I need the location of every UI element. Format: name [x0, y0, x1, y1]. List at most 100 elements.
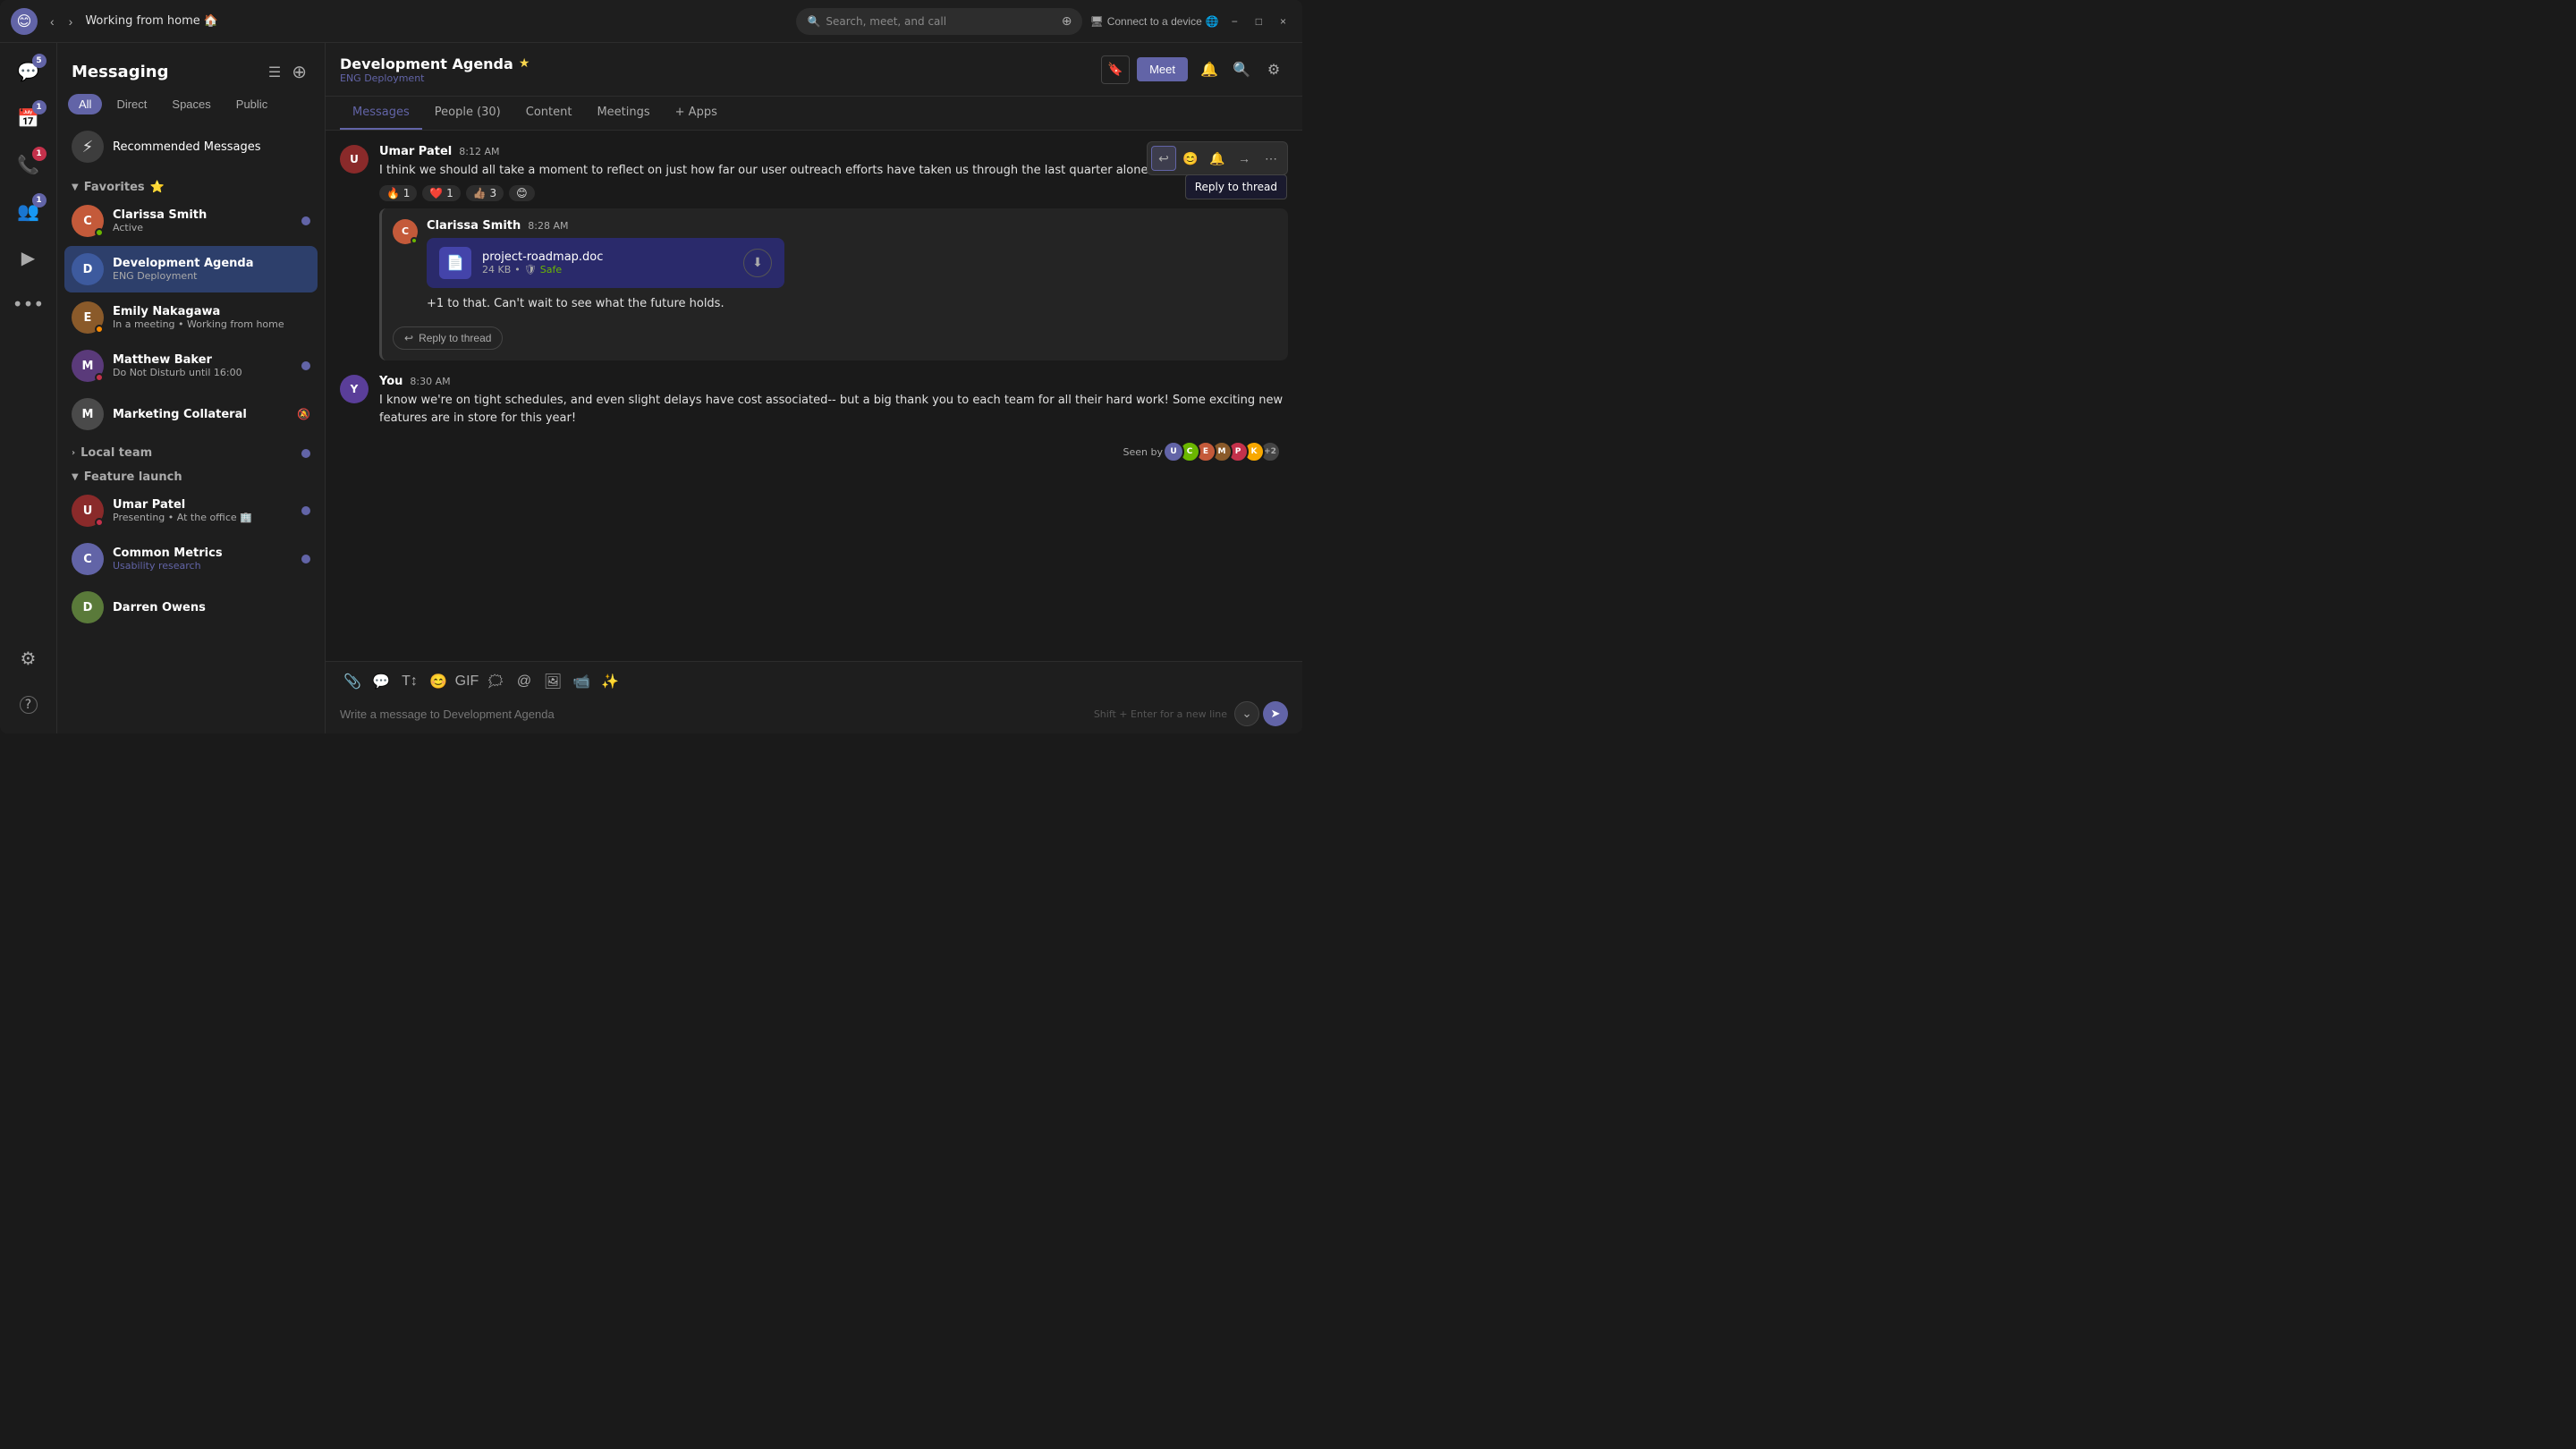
status-dot-umar [95, 518, 104, 527]
user-avatar[interactable]: 😊 [11, 8, 38, 35]
tab-content[interactable]: Content [513, 97, 585, 130]
attach-file-button[interactable]: 📎 [340, 669, 365, 694]
thread-time-clarissa: 8:28 AM [528, 220, 568, 232]
contact-item-emily[interactable]: E Emily Nakagawa In a meeting • Working … [64, 294, 318, 341]
star-icon: ⭐ [150, 181, 165, 194]
mention-button[interactable]: @ [512, 669, 537, 694]
reaction-fire[interactable]: 🔥 1 [379, 185, 417, 201]
rail-item-calls[interactable]: 📞 1 [7, 143, 50, 186]
unread-dot-localteam [301, 449, 310, 458]
search-messages-icon[interactable]: 🔍 [1227, 55, 1256, 84]
close-button[interactable]: × [1275, 13, 1292, 30]
favorites-section-header[interactable]: ▼ Favorites ⭐ [64, 174, 318, 198]
rail-item-calendar[interactable]: 📅 1 [7, 97, 50, 140]
filter-tab-direct[interactable]: Direct [106, 94, 157, 114]
chevron-right-icon: › [72, 448, 75, 458]
emoji-button[interactable]: 😊 [426, 669, 451, 694]
rail-item-apps[interactable]: ▶ [7, 236, 50, 279]
video-button[interactable]: 📹 [569, 669, 594, 694]
mute-icon: 🔕 [297, 408, 310, 420]
message-input[interactable] [340, 708, 1087, 721]
msg-reactions-umar: 🔥 1 ❤️ 1 👍🏽 3 😊 [379, 185, 1288, 201]
gif-button[interactable]: GIF [454, 669, 479, 694]
local-team-section-header[interactable]: › Local team [64, 439, 318, 463]
sticker-button[interactable]: 🗯 [483, 669, 508, 694]
contact-name-emily: Emily Nakagawa [113, 305, 310, 318]
filter-icon[interactable]: ☰ [265, 57, 284, 87]
settings-chat-icon[interactable]: ⚙ [1259, 55, 1288, 84]
recommended-label: Recommended Messages [113, 140, 261, 154]
rail-item-help[interactable]: ? [7, 683, 50, 726]
rail-item-contacts[interactable]: 👥 1 [7, 190, 50, 233]
shield-icon: 🛡 [524, 264, 537, 275]
feature-launch-section-header[interactable]: ▼ Feature launch [64, 463, 318, 487]
rail-item-messaging[interactable]: 💬 5 [7, 50, 50, 93]
notifications-icon[interactable]: 🔔 [1195, 55, 1224, 84]
status-dot-matthew [95, 373, 104, 382]
settings-icon: ⚙ [21, 648, 37, 669]
apps-icon: ▶ [21, 247, 35, 268]
maximize-button[interactable]: □ [1250, 13, 1267, 30]
new-chat-button[interactable]: ⊕ [288, 57, 310, 87]
contact-item-darren[interactable]: D Darren Owens [64, 584, 318, 631]
file-download-button[interactable]: ⬇ [743, 249, 772, 277]
tab-messages[interactable]: Messages [340, 97, 422, 130]
text-format-button[interactable]: T↕ [397, 669, 422, 694]
reply-to-thread-button[interactable]: ↩ Reply to thread [393, 326, 503, 350]
reply-icon: ↩ [404, 332, 413, 344]
forward-button-action[interactable]: → [1232, 146, 1257, 171]
search-bar[interactable]: 🔍 Search, meet, and call ⊕ [796, 8, 1082, 35]
rail-item-more[interactable]: ••• [7, 283, 50, 326]
seen-by-label: Seen by [1123, 446, 1163, 458]
contact-item-clarissa[interactable]: C Clarissa Smith Active [64, 198, 318, 244]
message-actions: ↩ 😊 🔔 → ⋯ Reply to thread [1147, 141, 1288, 175]
contact-item-common[interactable]: C Common Metrics Usability research [64, 536, 318, 582]
image-button[interactable]: 🖼 [540, 669, 565, 694]
send-button[interactable]: ➤ [1263, 701, 1288, 726]
contact-item-development[interactable]: D Development Agenda ENG Deployment [64, 246, 318, 292]
emoji-reaction-button[interactable]: 😊 [1178, 146, 1203, 171]
forward-button[interactable]: › [64, 11, 79, 32]
filter-tabs: All Direct Spaces Public [57, 94, 325, 114]
message-input-area: 📎 💬 T↕ 😊 GIF 🗯 @ 🖼 📹 ✨ Shift + Enter for… [326, 661, 1302, 733]
contact-name-common: Common Metrics [113, 547, 292, 560]
format-text-button[interactable]: 💬 [369, 669, 394, 694]
contact-item-umar[interactable]: U Umar Patel Presenting • At the office … [64, 487, 318, 534]
sidebar: Messaging ☰ ⊕ All Direct Spaces Public ⚡… [57, 43, 326, 733]
minimize-button[interactable]: − [1226, 13, 1243, 30]
file-icon: 📄 [439, 247, 471, 279]
contact-name-development: Development Agenda [113, 257, 310, 270]
file-safe-label: Safe [540, 264, 562, 275]
reaction-thumbsup[interactable]: 👍🏽 3 [466, 185, 504, 201]
ai-button[interactable]: ✨ [597, 669, 623, 694]
edge-icon: 🌐 [1206, 15, 1219, 28]
reaction-smile-add[interactable]: 😊 [509, 185, 535, 201]
tab-people[interactable]: People (30) [422, 97, 513, 130]
filter-tab-all[interactable]: All [68, 94, 102, 114]
tab-add-apps[interactable]: + Apps [663, 97, 730, 130]
chevron-down-icon: ▼ [72, 182, 79, 192]
recommended-messages-item[interactable]: ⚡ Recommended Messages [64, 122, 318, 172]
reply-thread-action-button[interactable]: ↩ [1151, 146, 1176, 171]
filter-tab-spaces[interactable]: Spaces [161, 94, 221, 114]
message-group-umar: U Umar Patel 8:12 AM I think we should a… [340, 145, 1288, 360]
notify-button[interactable]: 🔔 [1205, 146, 1230, 171]
unread-dot-umar [301, 506, 310, 515]
meet-button[interactable]: Meet [1137, 57, 1188, 81]
chevron-down-icon-2: ▼ [72, 472, 79, 482]
back-button[interactable]: ‹ [45, 11, 60, 32]
search-icon: 🔍 [807, 15, 820, 28]
tab-meetings[interactable]: Meetings [584, 97, 662, 130]
avatar-development: D [72, 253, 104, 285]
connect-device-button[interactable]: 🖥 Connect to a device 🌐 [1089, 15, 1218, 28]
filter-tab-public[interactable]: Public [225, 94, 278, 114]
title-bar: 😊 ‹ › Working from home 🏠 🔍 Search, meet… [0, 0, 1302, 43]
contact-item-matthew[interactable]: M Matthew Baker Do Not Disturb until 16:… [64, 343, 318, 389]
sidebar-header: Messaging ☰ ⊕ [57, 43, 325, 94]
rail-item-settings[interactable]: ⚙ [7, 637, 50, 680]
scroll-down-button[interactable]: ⌄ [1234, 701, 1259, 726]
reaction-heart[interactable]: ❤️ 1 [422, 185, 460, 201]
save-icon[interactable]: 🔖 [1101, 55, 1130, 84]
contact-item-marketing[interactable]: M Marketing Collateral 🔕 [64, 391, 318, 437]
more-actions-button[interactable]: ⋯ [1258, 146, 1284, 171]
